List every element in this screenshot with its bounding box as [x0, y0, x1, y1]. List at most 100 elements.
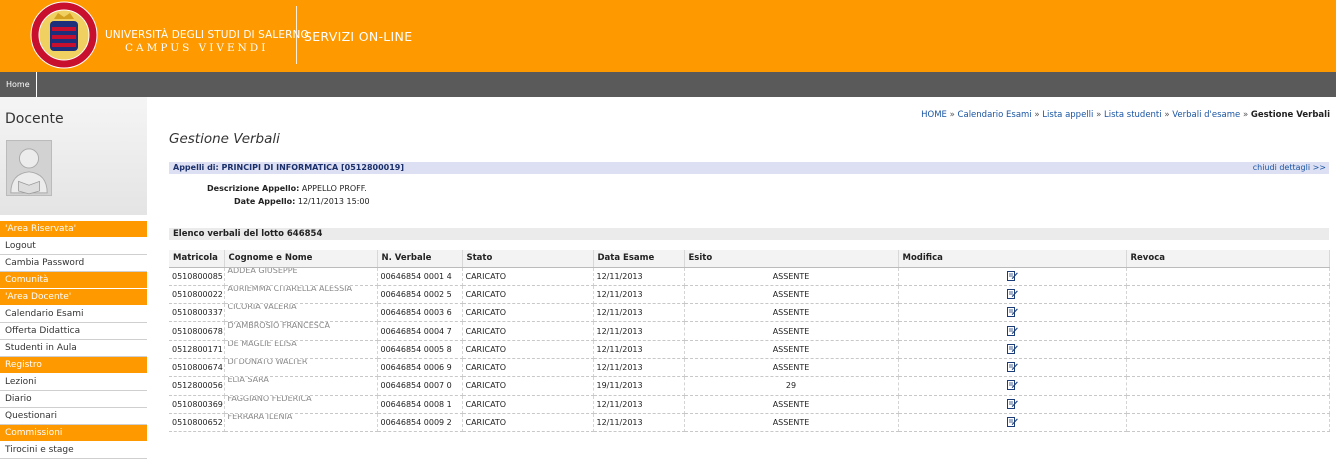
col-header-matricola[interactable]: Matricola	[169, 250, 225, 268]
breadcrumb-verbali-esame[interactable]: Verbali d'esame	[1172, 110, 1240, 120]
cell-cognome-nome: AURIEMMA CITARELLA ALESSIA	[224, 285, 378, 305]
cell-matricola: 0510800652	[169, 413, 225, 433]
cell-modifica	[898, 376, 1127, 396]
close-details-link[interactable]: chiudi dettagli >>	[1253, 163, 1326, 172]
col-header-n-verbale[interactable]: N. Verbale	[377, 250, 463, 268]
cell-cognome-nome: DE MAGLIE ELISA	[224, 340, 378, 359]
cell-revoca	[1126, 285, 1330, 305]
breadcrumb-lista-appelli[interactable]: Lista appelli	[1042, 110, 1093, 120]
nav-home-link[interactable]: Home	[0, 72, 37, 97]
cell-revoca	[1126, 376, 1330, 396]
cell-stato: CARICATO	[462, 413, 594, 433]
verbali-table: Matricola Cognome e Nome N. Verbale Stat…	[169, 250, 1330, 433]
edit-document-icon[interactable]	[1006, 398, 1018, 411]
table-row: 0510800022 AURIEMMA CITARELLA ALESSIA 0064…	[169, 285, 1330, 305]
cell-revoca	[1126, 358, 1330, 378]
elenco-label: Elenco verbali del lotto 646854	[173, 229, 323, 239]
detail-descrizione-value: APPELLO PROFF.	[301, 184, 367, 193]
user-placeholder-icon	[6, 140, 52, 196]
cell-name-text: AURIEMMA CITARELLA ALESSIA	[227, 285, 353, 293]
cell-revoca	[1126, 303, 1330, 323]
cell-cognome-nome: D'AMBROSIO FRANCESCA	[224, 321, 378, 341]
cell-n-verbale: 00646854 0006 9	[377, 358, 463, 378]
university-seal-icon[interactable]	[30, 1, 98, 69]
breadcrumb-separator: »	[1164, 110, 1170, 120]
col-header-data-esame[interactable]: Data Esame	[593, 250, 685, 268]
menu-item-questionari[interactable]: Questionari	[0, 408, 147, 425]
breadcrumb-separator: »	[1096, 110, 1102, 120]
breadcrumb-calendario-esami[interactable]: Calendario Esami	[958, 110, 1032, 120]
menu-item-cambia-password[interactable]: Cambia Password	[0, 255, 147, 272]
cell-name-text: ELIA SARA	[227, 376, 269, 385]
role-title: Docente	[5, 111, 64, 127]
cell-name-text: DE MAGLIE ELISA	[227, 340, 297, 348]
detail-date: Date Appello: 12/11/2013 15:00	[234, 197, 370, 206]
edit-document-icon[interactable]	[1006, 325, 1018, 338]
cell-matricola: 0510800678	[169, 321, 225, 341]
cell-n-verbale: 00646854 0005 8	[377, 340, 463, 359]
edit-document-icon[interactable]	[1006, 343, 1018, 356]
menu-section-comunita: Comunità	[0, 272, 147, 289]
cell-esito: ASSENTE	[684, 340, 899, 359]
menu-item-offerta-didattica[interactable]: Offerta Didattica	[0, 323, 147, 340]
menu-item-studenti-in-aula[interactable]: Studenti in Aula	[0, 340, 147, 357]
table-row: 0510800337 CICORIA VALERIA 00646854 0003 6…	[169, 303, 1330, 323]
cell-stato: CARICATO	[462, 358, 594, 378]
sidebar-menu: 'Area Riservata' Logout Cambia Password …	[0, 221, 147, 459]
breadcrumb-separator: »	[1242, 110, 1249, 120]
breadcrumb-current: Gestione Verbali	[1250, 110, 1330, 120]
edit-document-icon[interactable]	[1006, 361, 1018, 374]
cell-n-verbale: 00646854 0008 1	[377, 395, 463, 414]
menu-item-calendario-esami[interactable]: Calendario Esami	[0, 306, 147, 323]
menu-item-lezioni[interactable]: Lezioni	[0, 374, 147, 391]
cell-data-esame: 12/11/2013	[593, 395, 685, 414]
cell-matricola: 0510800369	[169, 395, 225, 414]
edit-document-icon[interactable]	[1006, 379, 1018, 392]
cell-modifica	[898, 303, 1127, 323]
table-header-row: Matricola Cognome e Nome N. Verbale Stat…	[169, 250, 1330, 268]
edit-document-icon[interactable]	[1006, 306, 1018, 319]
cell-data-esame: 12/11/2013	[593, 358, 685, 378]
cell-n-verbale: 00646854 0001 4	[377, 267, 463, 286]
detail-date-value: 12/11/2013 15:00	[297, 197, 370, 206]
cell-name-text: FAGGIANO FEDERICA	[227, 395, 312, 403]
appelli-label: Appelli di: PRINCIPI DI INFORMATICA [051…	[173, 163, 404, 172]
col-header-esito[interactable]: Esito	[684, 250, 899, 268]
edit-document-icon[interactable]	[1006, 288, 1018, 301]
cell-data-esame: 12/11/2013	[593, 285, 685, 305]
page-title: Gestione Verbali	[169, 131, 280, 147]
breadcrumb-lista-studenti[interactable]: Lista studenti	[1104, 110, 1162, 120]
edit-document-icon[interactable]	[1006, 416, 1018, 429]
menu-item-diario[interactable]: Diario	[0, 391, 147, 408]
edit-document-icon[interactable]	[1006, 270, 1018, 283]
col-header-revoca: Revoca	[1126, 250, 1330, 268]
cell-modifica	[898, 321, 1127, 341]
menu-item-tirocini-e-stage[interactable]: Tirocini e stage	[0, 442, 147, 459]
table-row: 0510800369 FAGGIANO FEDERICA 00646854 0008…	[169, 395, 1330, 414]
cell-n-verbale: 00646854 0004 7	[377, 321, 463, 341]
cell-stato: CARICATO	[462, 321, 594, 341]
cell-esito: ASSENTE	[684, 321, 899, 341]
cell-data-esame: 12/11/2013	[593, 340, 685, 359]
breadcrumb-home[interactable]: HOME	[921, 110, 947, 120]
table-row: 0510800652 FERRARA ILENIA 00646854 0009 2C…	[169, 413, 1330, 433]
header-divider	[296, 6, 297, 64]
cell-name-text: DI DONATO WALTER	[227, 358, 308, 367]
sidebar: Docente 'Area Riservata' Logout Cambia P…	[0, 97, 147, 464]
elenco-header-bar: Elenco verbali del lotto 646854	[169, 228, 1329, 240]
cell-esito: ASSENTE	[684, 285, 899, 305]
cell-modifica	[898, 340, 1127, 359]
cell-data-esame: 12/11/2013	[593, 303, 685, 323]
service-title[interactable]: SERVIZI ON-LINE	[304, 29, 412, 44]
cell-cognome-nome: DI DONATO WALTER	[224, 358, 378, 378]
cell-matricola: 0510800674	[169, 358, 225, 378]
cell-name-text: ADDEA GIUSEPPE	[227, 267, 298, 275]
menu-section-area-docente: 'Area Docente'	[0, 289, 147, 306]
menu-item-logout[interactable]: Logout	[0, 238, 147, 255]
col-header-cognome-nome[interactable]: Cognome e Nome	[224, 250, 378, 268]
table-row: 0512800171 DE MAGLIE ELISA 00646854 0005 8…	[169, 340, 1330, 359]
col-header-stato[interactable]: Stato	[462, 250, 594, 268]
cell-modifica	[898, 395, 1127, 414]
col-header-modifica: Modifica	[898, 250, 1127, 268]
cell-revoca	[1126, 267, 1330, 286]
